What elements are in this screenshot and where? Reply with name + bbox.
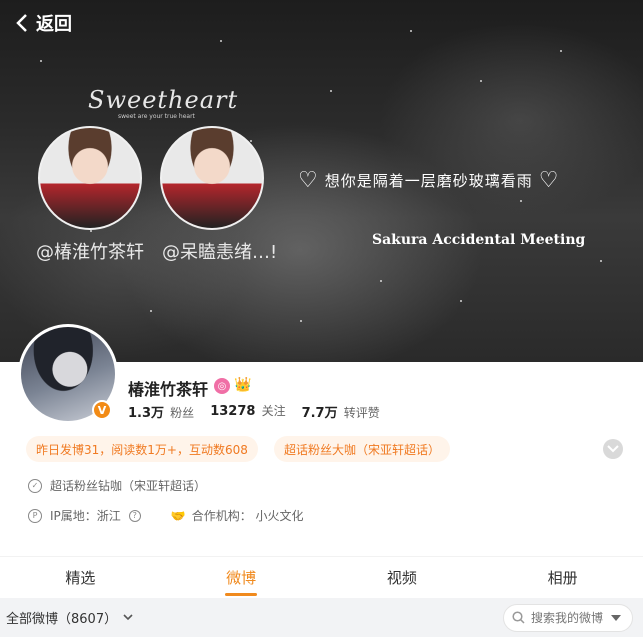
search-input[interactable] (531, 610, 605, 625)
profile-username: 椿淮竹茶轩 (128, 380, 209, 399)
supertopic-info-text: 超话粉丝钻咖（宋亚轩超话） (50, 479, 207, 493)
cover-photo-right (160, 126, 264, 230)
chevron-down-icon (123, 614, 133, 621)
stat-followers[interactable]: 1.3万 粉丝 (128, 402, 194, 421)
stat-label: 转评赞 (343, 406, 380, 420)
profile-cover-banner: 返回 Sweetheart sweet are your true heart … (0, 0, 643, 362)
cover-meeting-text: Sakura Accidental Meeting (372, 232, 586, 248)
agency-item: 🤝 合作机构： 小火文化 (171, 507, 304, 524)
help-icon[interactable]: ? (128, 509, 141, 522)
tab-albums[interactable]: 相册 (482, 557, 643, 598)
profile-stats: 1.3万 粉丝 13278 关注 7.7万 转评赞 (128, 402, 380, 421)
chevron-left-icon (16, 14, 27, 32)
shield-icon: ✓ (28, 478, 42, 493)
all-weibo-dropdown[interactable]: 全部微博（8607） (6, 608, 133, 627)
stat-value: 13278 (210, 404, 256, 419)
cover-quote: ♡ 想你是隔着一层磨砂玻璃看雨 ♡ (298, 168, 559, 193)
cover-sweetheart-title: Sweetheart (88, 86, 239, 114)
stat-value: 1.3万 (128, 406, 165, 421)
stat-value: 7.7万 (301, 406, 338, 421)
stat-label: 粉丝 (170, 406, 195, 420)
expand-profile-button[interactable] (603, 439, 623, 459)
cover-sweetheart-subtitle: sweet are your true heart (118, 113, 195, 120)
verified-badge-icon: V (92, 400, 112, 420)
all-weibo-label: 全部微博（8607） (6, 612, 118, 627)
stat-label: 关注 (261, 404, 286, 418)
search-my-weibo[interactable] (503, 603, 633, 632)
search-icon (512, 611, 525, 624)
caret-down-icon[interactable] (611, 614, 621, 621)
cover-quote-text: 想你是隔着一层磨砂玻璃看雨 (324, 172, 533, 190)
ip-location-text: IP属地：浙江 (50, 509, 121, 523)
fan-crown-icon[interactable]: 👑 (234, 377, 251, 393)
tab-featured[interactable]: 精选 (0, 557, 161, 598)
heart-icon: ♡ (298, 168, 319, 193)
cover-name-right: @呆瞌恚绪…! (162, 242, 278, 263)
back-label: 返回 (36, 14, 72, 35)
tab-weibo[interactable]: 微博 (161, 557, 322, 598)
stat-following[interactable]: 13278 关注 (210, 402, 285, 421)
ip-location-icon: P (28, 508, 42, 523)
location-info-row: P IP属地：浙江 ? 🤝 合作机构： 小火文化 (28, 507, 304, 524)
profile-tabs: 精选 微博 视频 相册 (0, 556, 643, 598)
heart-icon: ♡ (538, 168, 560, 193)
activity-chip[interactable]: 昨日发博31，阅读数1万+，互动数608 (26, 436, 258, 462)
stat-interactions[interactable]: 7.7万 转评赞 (302, 402, 380, 421)
tab-videos[interactable]: 视频 (322, 557, 483, 598)
handshake-icon: 🤝 (170, 508, 186, 523)
back-button[interactable]: 返回 (14, 10, 72, 36)
supertopic-info-row: ✓ 超话粉丝钻咖（宋亚轩超话） (28, 477, 206, 494)
supertopic-badge-icon[interactable]: ◎ (214, 378, 230, 394)
feed-filter-bar: 全部微博（8607） (0, 598, 643, 637)
cover-photo-left (38, 126, 142, 230)
agency-text: 合作机构： 小火文化 (191, 509, 304, 523)
supertopic-chip[interactable]: 超话粉丝大咖（宋亚轩超话） (274, 436, 451, 462)
chevron-down-icon (607, 445, 619, 453)
cover-name-left: @椿淮竹茶轩 (36, 242, 144, 263)
